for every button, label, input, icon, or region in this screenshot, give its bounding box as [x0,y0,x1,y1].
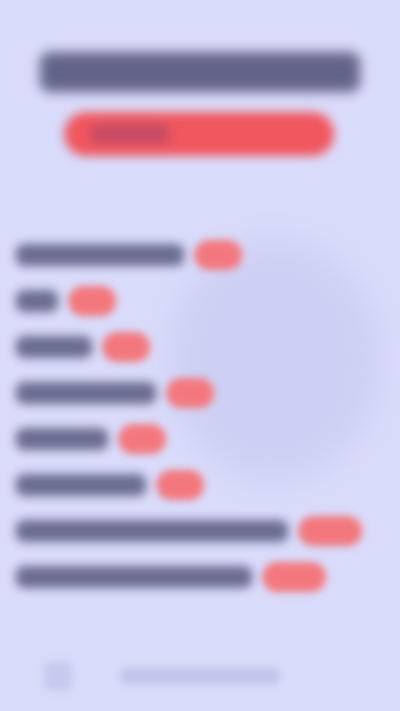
item-list [16,232,396,600]
list-item-label [16,382,156,404]
list-item-badge [298,516,362,546]
list-item[interactable] [16,462,396,508]
list-item[interactable] [16,278,396,324]
list-item-badge [68,286,116,316]
page-title [40,52,360,92]
list-item-label [16,290,58,312]
list-item[interactable] [16,370,396,416]
list-item[interactable] [16,554,396,600]
primary-action-button[interactable] [64,112,334,156]
list-item-badge [194,240,242,270]
list-item[interactable] [16,508,396,554]
list-item[interactable] [16,416,396,462]
footer-icon[interactable] [44,662,72,690]
list-item-label [16,474,146,496]
list-item[interactable] [16,232,396,278]
list-item-badge [166,378,214,408]
list-item-label [16,566,252,588]
list-item-badge [156,470,204,500]
list-item-label [16,428,108,450]
list-item-badge [118,424,166,454]
list-item-label [16,244,184,266]
list-item-label [16,520,288,542]
list-item-badge [102,332,150,362]
list-item-badge [262,562,326,592]
list-item[interactable] [16,324,396,370]
list-item-label [16,336,92,358]
footer-text [120,668,280,684]
